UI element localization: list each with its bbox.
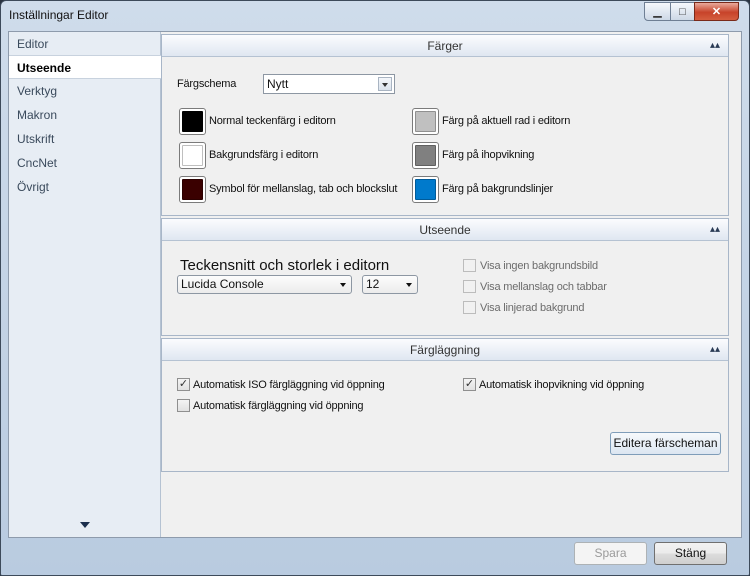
swatch-fill xyxy=(415,111,436,132)
auto-coloring-label: Automatisk färgläggning vid öppning xyxy=(193,400,364,412)
checkmark-icon: ✓ xyxy=(464,378,475,390)
coloring-section-title: Färgläggning xyxy=(409,343,481,357)
color-scheme-combo[interactable]: Nytt xyxy=(263,74,395,94)
color-scheme-label: Färgschema xyxy=(177,78,237,90)
swatch-fill xyxy=(415,145,436,166)
lined-background-checkbox[interactable] xyxy=(463,301,476,314)
colors-section-title: Färger xyxy=(427,39,463,53)
font-settings-label: Teckensnitt och storlek i editorn xyxy=(180,257,390,274)
sidebar-item-verktyg[interactable]: Verktyg xyxy=(9,79,161,103)
sidebar-item-utskrift[interactable]: Utskrift xyxy=(9,127,161,151)
settings-window: Inställningar Editor ▁ □ ✕ Editor Utseen… xyxy=(0,0,750,576)
folding-color-label: Färg på ihopvikning xyxy=(442,149,535,161)
background-color-label: Bakgrundsfärg i editorn xyxy=(209,149,319,161)
coloring-section: Färgläggning ▴▴ ✓ Automatisk ISO färgläg… xyxy=(161,338,729,472)
no-background-image-checkbox[interactable] xyxy=(463,259,476,272)
sidebar: Editor Utseende Verktyg Makron Utskrift … xyxy=(9,32,161,537)
title-bar[interactable]: Inställningar Editor ▁ □ ✕ xyxy=(1,1,749,31)
normal-text-color-swatch[interactable] xyxy=(179,108,206,135)
background-lines-color-label: Färg på bakgrundslinjer xyxy=(442,183,553,195)
save-button[interactable]: Spara xyxy=(574,542,647,565)
collapse-icon[interactable]: ▴▴ xyxy=(710,219,720,241)
coloring-section-header[interactable]: Färgläggning ▴▴ xyxy=(162,339,728,361)
dialog-content: Editor Utseende Verktyg Makron Utskrift … xyxy=(8,31,742,538)
current-line-color-label: Färg på aktuell rad i editorn xyxy=(442,115,571,127)
font-family-value: Lucida Console xyxy=(181,277,264,291)
font-family-select[interactable]: Lucida Console xyxy=(177,275,352,294)
scroll-down-icon[interactable] xyxy=(80,522,90,528)
colors-section: Färger ▴▴ Färgschema Nytt Normal teckenf… xyxy=(161,34,729,216)
footer: Spara Stäng xyxy=(1,538,749,575)
background-color-swatch[interactable] xyxy=(179,142,206,169)
checkmark-icon: ✓ xyxy=(178,378,189,390)
current-line-color-swatch[interactable] xyxy=(412,108,439,135)
auto-coloring-checkbox[interactable] xyxy=(177,399,190,412)
normal-text-color-label: Normal teckenfärg i editorn xyxy=(209,115,336,127)
sidebar-item-cncnet[interactable]: CncNet xyxy=(9,151,161,175)
close-button[interactable]: Stäng xyxy=(654,542,727,565)
whitespace-symbol-color-label: Symbol för mellanslag, tab och blockslut xyxy=(209,183,398,195)
minimize-button[interactable]: ▁ xyxy=(644,2,671,21)
color-scheme-value: Nytt xyxy=(267,77,289,91)
colors-section-header[interactable]: Färger ▴▴ xyxy=(162,35,728,57)
font-size-select[interactable]: 12 xyxy=(362,275,418,294)
appearance-section-header[interactable]: Utseende ▴▴ xyxy=(162,219,728,241)
edit-color-schemes-button[interactable]: Editera färscheman xyxy=(610,432,721,455)
auto-folding-label: Automatisk ihopvikning vid öppning xyxy=(479,379,645,391)
settings-panel: Färger ▴▴ Färgschema Nytt Normal teckenf… xyxy=(161,32,741,537)
sidebar-item-ovrigt[interactable]: Övrigt xyxy=(9,175,161,199)
folding-color-swatch[interactable] xyxy=(412,142,439,169)
swatch-fill xyxy=(182,179,203,200)
sidebar-item-editor[interactable]: Editor xyxy=(9,32,161,56)
maximize-button[interactable]: □ xyxy=(670,2,695,21)
background-lines-color-swatch[interactable] xyxy=(412,176,439,203)
collapse-icon[interactable]: ▴▴ xyxy=(710,35,720,57)
lined-background-label: Visa linjerad bakgrund xyxy=(480,302,585,314)
window-title: Inställningar Editor xyxy=(9,8,109,22)
chevron-down-icon xyxy=(340,283,346,287)
chevron-down-icon[interactable] xyxy=(378,77,392,91)
swatch-fill xyxy=(182,145,203,166)
swatch-fill xyxy=(182,111,203,132)
swatch-fill xyxy=(415,179,436,200)
auto-iso-coloring-label: Automatisk ISO färgläggning vid öppning xyxy=(193,379,385,391)
no-background-image-label: Visa ingen bakgrundsbild xyxy=(480,260,598,272)
auto-iso-coloring-checkbox[interactable]: ✓ xyxy=(177,378,190,391)
appearance-section: Utseende ▴▴ Teckensnitt och storlek i ed… xyxy=(161,218,729,336)
close-window-button[interactable]: ✕ xyxy=(694,2,739,21)
show-whitespace-label: Visa mellanslag och tabbar xyxy=(480,281,607,293)
show-whitespace-checkbox[interactable] xyxy=(463,280,476,293)
auto-folding-checkbox[interactable]: ✓ xyxy=(463,378,476,391)
font-size-value: 12 xyxy=(366,277,380,291)
whitespace-symbol-color-swatch[interactable] xyxy=(179,176,206,203)
sidebar-item-makron[interactable]: Makron xyxy=(9,103,161,127)
chevron-down-icon xyxy=(406,283,412,287)
collapse-icon[interactable]: ▴▴ xyxy=(710,339,720,361)
appearance-section-title: Utseende xyxy=(419,223,471,237)
sidebar-item-utseende[interactable]: Utseende xyxy=(9,55,161,79)
